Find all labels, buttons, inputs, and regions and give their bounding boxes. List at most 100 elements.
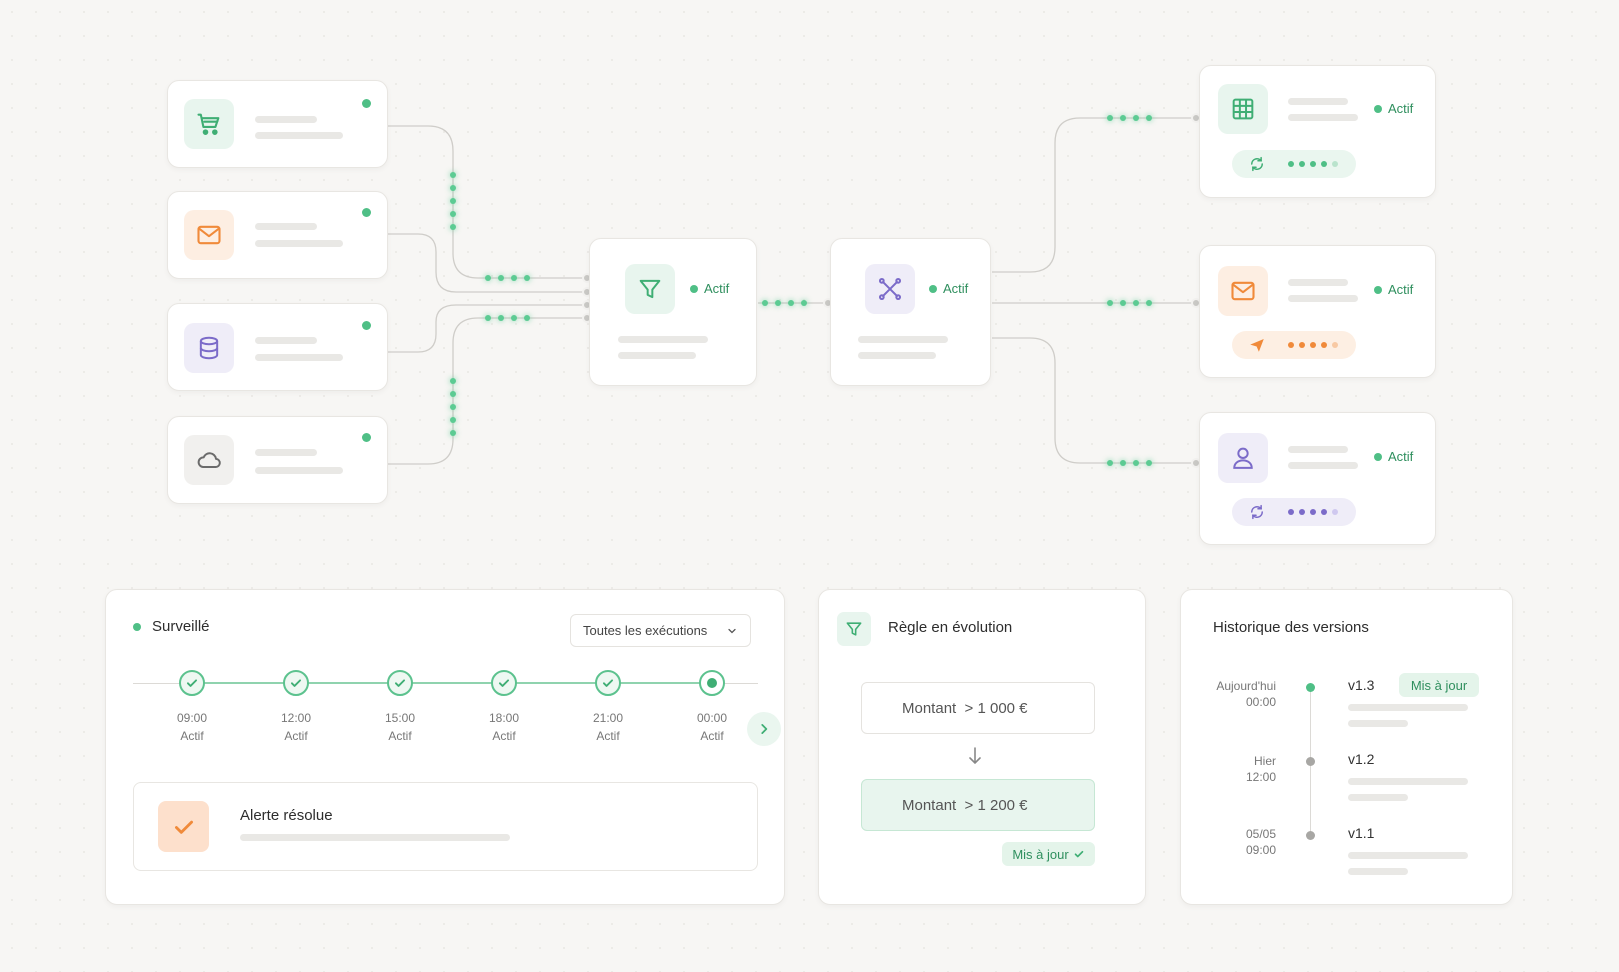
check-icon	[158, 801, 209, 852]
version-number[interactable]: v1.3	[1348, 677, 1374, 693]
version-date: 05/05 09:00	[1245, 827, 1276, 857]
run-node-current[interactable]	[699, 670, 725, 696]
destination-card-mail[interactable]: Actif	[1199, 245, 1436, 378]
run-node[interactable]	[179, 670, 205, 696]
flow-indicator	[450, 172, 456, 230]
execution-filter-select[interactable]: Toutes les exécutions	[570, 614, 751, 647]
placeholder-line	[255, 337, 317, 344]
send-progress	[1232, 331, 1356, 359]
flow-indicator	[1107, 115, 1152, 121]
new-rule: Montant > 1 200 €	[861, 779, 1095, 831]
placeholder-line	[255, 354, 343, 361]
status-badge: Actif	[1374, 101, 1413, 116]
version-dot	[1306, 831, 1315, 840]
timeline-next-button[interactable]	[747, 712, 781, 746]
placeholder-line	[1288, 446, 1348, 453]
source-card-cloud[interactable]	[167, 416, 388, 504]
flow-indicator	[450, 378, 456, 436]
source-card-mail[interactable]	[167, 191, 388, 279]
run-label: 21:00 Actif	[592, 711, 624, 743]
run-label: 12:00 Actif	[280, 711, 312, 743]
monitor-panel: Surveillé Toutes les exécutions 09:00 Act…	[105, 589, 785, 905]
refresh-icon	[1251, 504, 1263, 520]
cloud-icon	[184, 435, 234, 485]
version-number[interactable]: v1.2	[1348, 751, 1374, 767]
version-date: Aujourd'hui 00:00	[1216, 679, 1276, 709]
send-icon	[1250, 339, 1264, 352]
version-number[interactable]: v1.1	[1348, 825, 1374, 841]
status-dot	[362, 208, 371, 217]
version-history-panel: Historique des versions Aujourd'hui 00:00…	[1180, 589, 1513, 905]
placeholder-line	[255, 240, 343, 247]
placeholder-line	[1288, 114, 1358, 121]
status-badge: Actif	[690, 281, 729, 296]
placeholder-line	[255, 467, 343, 474]
run-node[interactable]	[491, 670, 517, 696]
version-dot	[1306, 683, 1315, 692]
status-badge: Actif	[1374, 449, 1413, 464]
user-icon	[1218, 433, 1268, 483]
placeholder-line	[618, 352, 696, 359]
placeholder-line	[1348, 868, 1408, 875]
run-label: 09:00 Actif	[176, 711, 208, 743]
history-title: Historique des versions	[1213, 619, 1369, 636]
split-node[interactable]: Actif	[830, 238, 991, 386]
monitor-title: Surveillé	[152, 618, 210, 635]
placeholder-line	[1348, 704, 1468, 711]
flow-indicator	[762, 300, 807, 306]
destination-card-user[interactable]: Actif	[1199, 412, 1436, 545]
updated-badge: Mis à jour	[1399, 673, 1479, 697]
placeholder-line	[1288, 98, 1348, 105]
run-node[interactable]	[595, 670, 621, 696]
alert-title: Alerte résolue	[240, 807, 333, 824]
run-label: 00:00 Actif	[696, 711, 728, 743]
mail-icon	[1218, 266, 1268, 316]
placeholder-line	[255, 132, 343, 139]
source-card-database[interactable]	[167, 303, 388, 391]
version-date: Hier 12:00	[1245, 754, 1276, 784]
alert-card[interactable]: Alerte résolue	[133, 782, 758, 871]
placeholder-line	[858, 352, 936, 359]
placeholder-line	[618, 336, 708, 343]
placeholder-line	[1348, 778, 1468, 785]
run-node[interactable]	[283, 670, 309, 696]
filter-icon	[837, 612, 871, 646]
filter-icon	[625, 264, 675, 314]
status-badge: Actif	[1374, 282, 1413, 297]
source-card-cart[interactable]	[167, 80, 388, 168]
split-icon	[865, 264, 915, 314]
rule-panel: Règle en évolution Montant > 1 000 € Mon…	[818, 589, 1146, 905]
rule-title: Règle en évolution	[888, 619, 1013, 636]
grid-icon	[1218, 84, 1268, 134]
destination-card-sheet[interactable]: Actif	[1199, 65, 1436, 198]
placeholder-line	[1348, 852, 1468, 859]
flow-indicator	[485, 275, 530, 281]
chevron-right-icon	[761, 724, 768, 734]
arrow-down-icon	[969, 747, 981, 764]
placeholder-line	[1348, 720, 1408, 727]
placeholder-line	[1288, 295, 1358, 302]
placeholder-line	[1288, 279, 1348, 286]
refresh-icon	[1251, 156, 1263, 172]
placeholder-line	[1348, 794, 1408, 801]
filter-node[interactable]: Actif	[589, 238, 757, 386]
check-icon	[1074, 850, 1083, 858]
timeline-progress	[192, 682, 708, 684]
monitor-status-dot	[133, 623, 141, 631]
mail-icon	[184, 210, 234, 260]
sync-progress	[1232, 150, 1356, 178]
updated-badge: Mis à jour	[1002, 842, 1095, 866]
placeholder-line	[858, 336, 948, 343]
flow-indicator	[485, 315, 530, 321]
run-label: 15:00 Actif	[384, 711, 416, 743]
cart-icon	[184, 99, 234, 149]
sync-progress	[1232, 498, 1356, 526]
status-dot	[362, 99, 371, 108]
placeholder-line	[255, 223, 317, 230]
version-dot	[1306, 757, 1315, 766]
status-badge: Actif	[929, 281, 968, 296]
flow-indicator	[1107, 460, 1152, 466]
run-node[interactable]	[387, 670, 413, 696]
status-dot	[362, 321, 371, 330]
execution-filter-value: Toutes les exécutions	[583, 623, 708, 638]
